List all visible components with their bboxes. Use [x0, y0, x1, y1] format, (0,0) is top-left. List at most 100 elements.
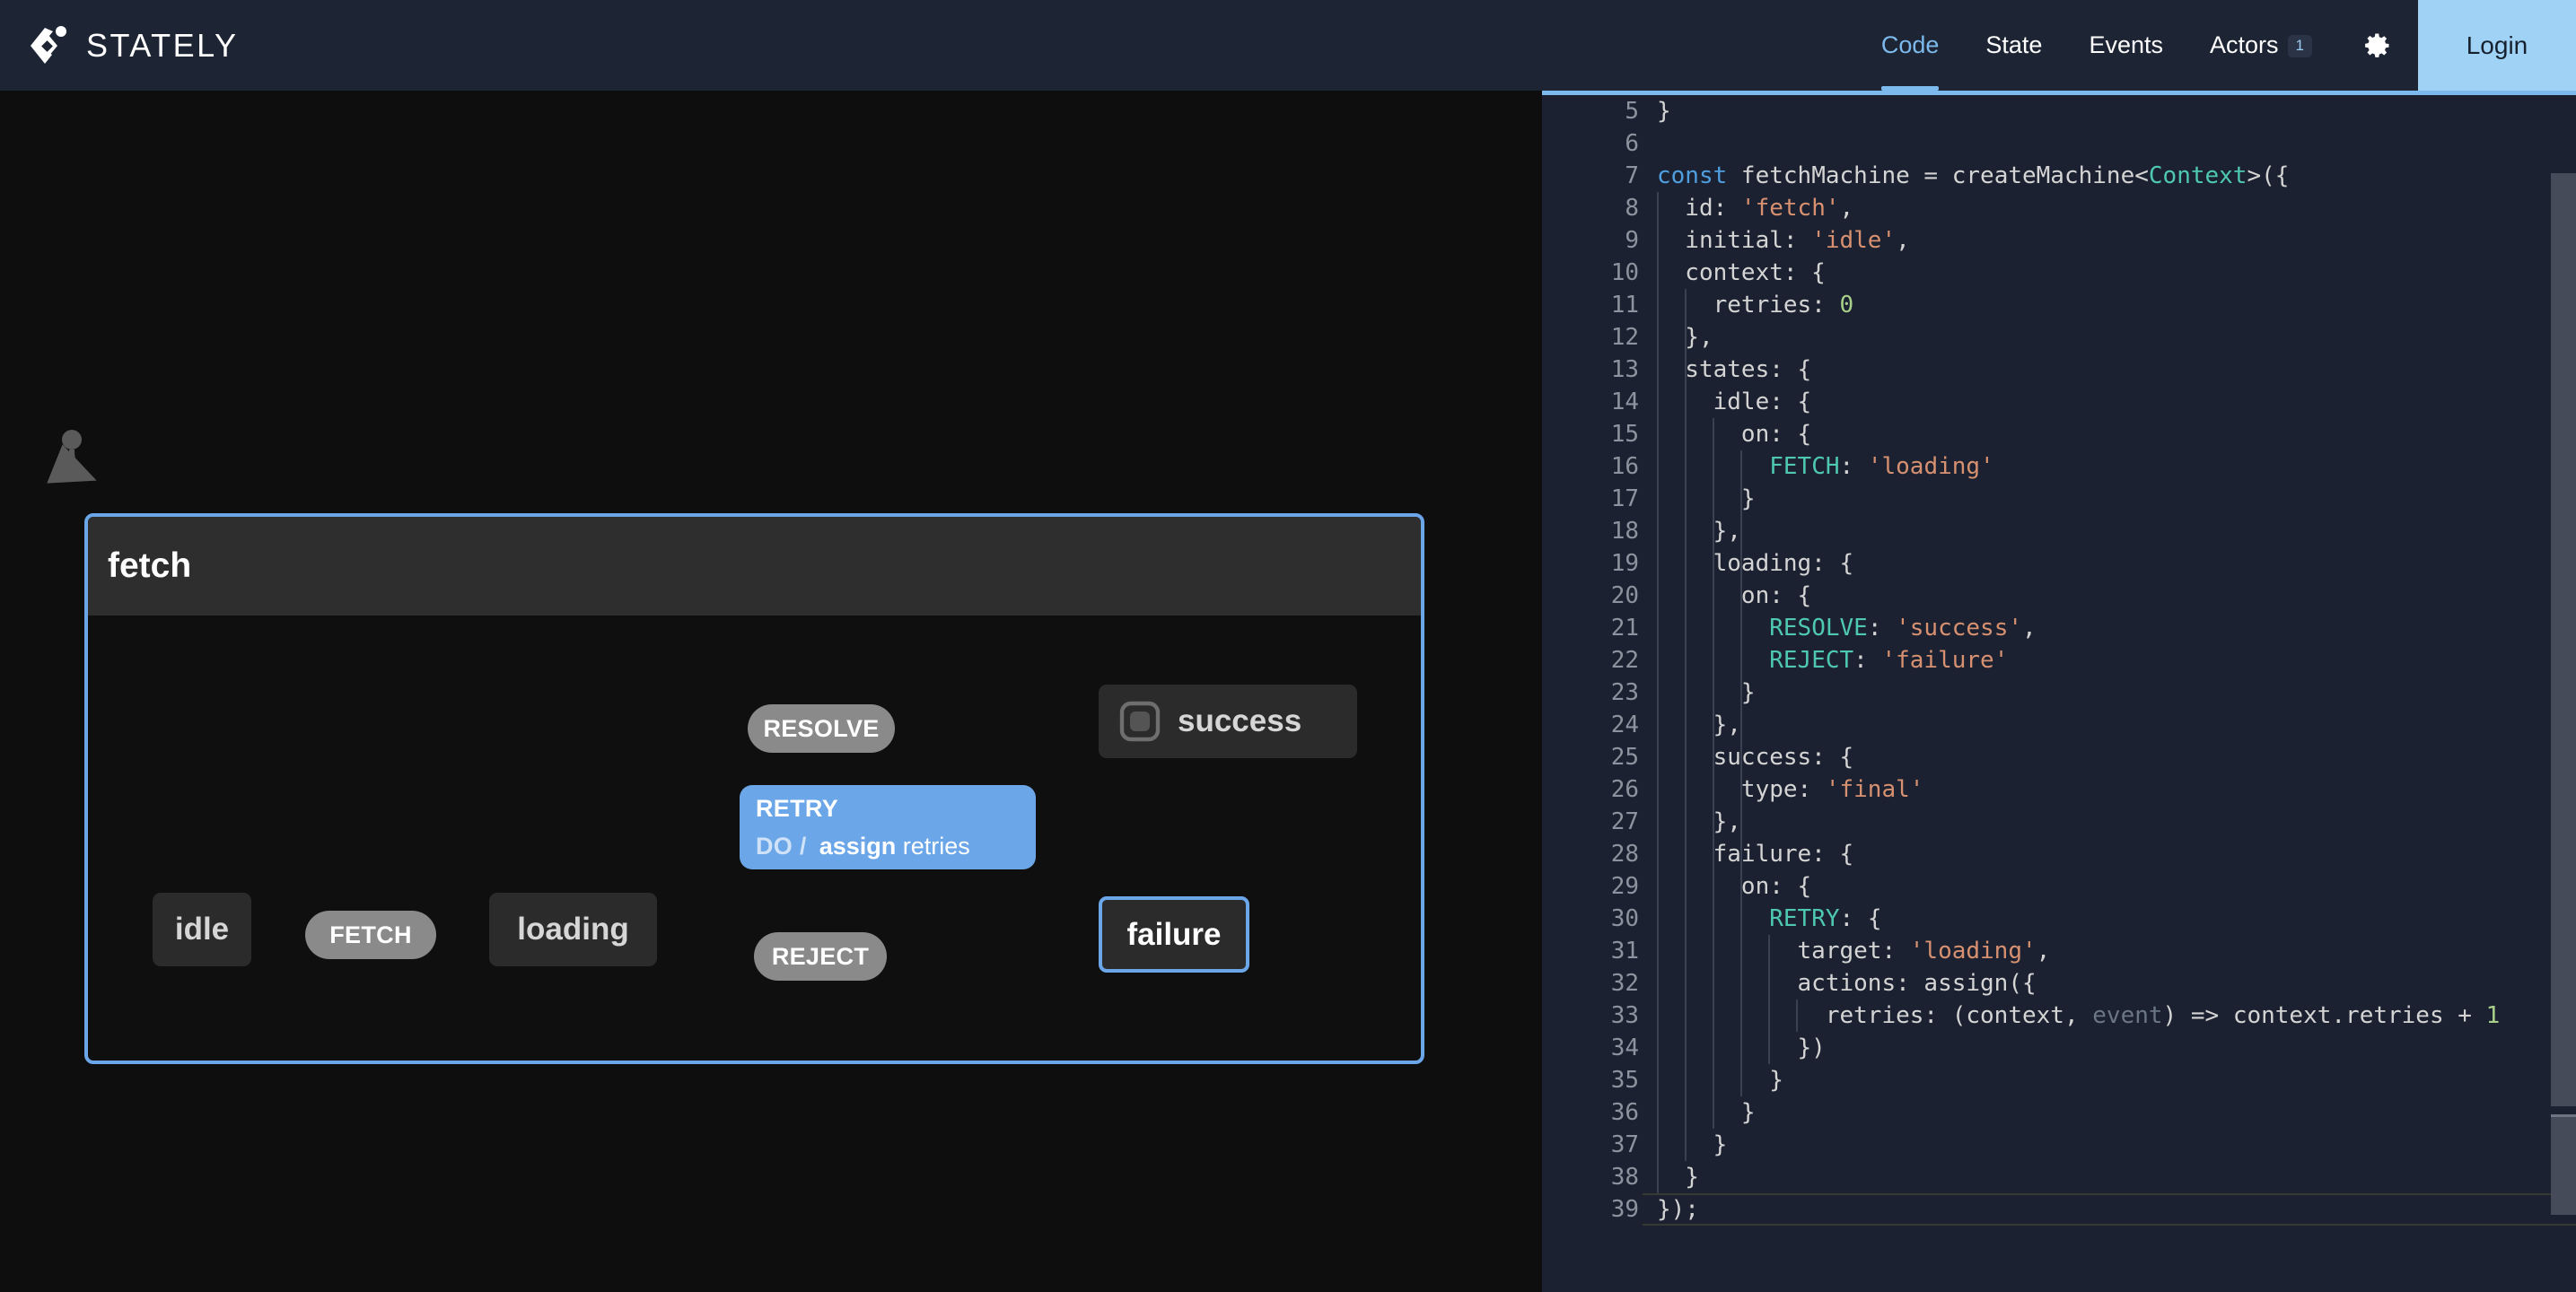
- code-line[interactable]: 21 RESOLVE: 'success',: [1542, 612, 2576, 644]
- initial-state-dot: [62, 430, 82, 450]
- code-line[interactable]: 22 REJECT: 'failure': [1542, 644, 2576, 677]
- code-line[interactable]: 23 }: [1542, 677, 2576, 709]
- code-token: fetchMachine = createMachine<: [1727, 162, 2149, 189]
- line-number: 23: [1610, 679, 1639, 706]
- editor-vertical-scrollbar-thumb-lower[interactable]: [2551, 1114, 2576, 1215]
- code-line[interactable]: 13 states: {: [1542, 354, 2576, 386]
- line-number: 7: [1625, 162, 1639, 189]
- code-token: },: [1657, 808, 1741, 835]
- code-line[interactable]: 17 }: [1542, 483, 2576, 515]
- state-node-idle-label: idle: [174, 912, 230, 947]
- code-line[interactable]: 15 on: {: [1542, 418, 2576, 450]
- tab-state[interactable]: State: [1962, 0, 2065, 91]
- code-token: REJECT: [1769, 647, 1854, 674]
- code-line[interactable]: 32 actions: assign({: [1542, 967, 2576, 1000]
- code-token: }): [1657, 1034, 1826, 1061]
- event-pill-fetch[interactable]: FETCH: [305, 911, 436, 959]
- code-text: states: {: [1639, 356, 1811, 383]
- code-token: }: [1657, 485, 1756, 512]
- retry-action-name: assign: [819, 833, 897, 860]
- code-token: failure: {: [1657, 841, 1854, 868]
- brand-name: STATELY: [86, 26, 239, 64]
- code-text: success: {: [1639, 744, 1854, 771]
- event-pill-reject-label: REJECT: [771, 942, 870, 970]
- line-number: 11: [1610, 292, 1639, 319]
- tab-code[interactable]: Code: [1858, 0, 1963, 91]
- code-line[interactable]: 19 loading: {: [1542, 547, 2576, 580]
- code-line[interactable]: 28 failure: {: [1542, 838, 2576, 870]
- code-editor-panel[interactable]: 5} 6 7 const fetchMachine = createMachine<C…: [1542, 91, 2576, 1292]
- tab-actors[interactable]: Actors 1: [2186, 0, 2335, 91]
- code-text: },: [1639, 711, 1741, 738]
- code-token: 'final': [1825, 776, 1924, 803]
- code-editor-content[interactable]: 5} 6 7 const fetchMachine = createMachine<C…: [1542, 95, 2576, 1292]
- state-node-success-label: success: [1178, 703, 1302, 738]
- event-box-retry[interactable]: RETRY DO / assign retries: [740, 785, 1036, 869]
- code-token: ,: [2022, 615, 2037, 642]
- code-token: success: {: [1657, 744, 1854, 771]
- code-text: RETRY: {: [1639, 905, 1881, 932]
- event-pill-resolve[interactable]: RESOLVE: [748, 704, 895, 753]
- code-line[interactable]: 30 RETRY: {: [1542, 903, 2576, 935]
- code-line[interactable]: 11 retries: 0: [1542, 289, 2576, 321]
- editor-vertical-scrollbar-track[interactable]: [2551, 95, 2576, 1292]
- code-line[interactable]: 8 id: 'fetch',: [1542, 192, 2576, 224]
- code-token: type:: [1657, 776, 1826, 803]
- statechart-canvas[interactable]: fetch idle loading success failure FETCH…: [0, 91, 1542, 1292]
- code-line[interactable]: 26 type: 'final': [1542, 773, 2576, 806]
- code-line[interactable]: 5}: [1542, 95, 2576, 127]
- code-line[interactable]: 34 }): [1542, 1032, 2576, 1064]
- code-line[interactable]: 6: [1542, 127, 2576, 160]
- state-node-success[interactable]: success: [1099, 685, 1357, 758]
- line-number: 34: [1610, 1034, 1639, 1061]
- code-token: RETRY: [1769, 905, 1840, 932]
- code-token: }: [1657, 1067, 1783, 1094]
- event-pill-reject[interactable]: REJECT: [754, 932, 887, 981]
- code-line[interactable]: 25 success: {: [1542, 741, 2576, 773]
- code-text: },: [1639, 808, 1741, 835]
- code-line[interactable]: 20 on: {: [1542, 580, 2576, 612]
- state-node-failure[interactable]: failure: [1099, 896, 1249, 973]
- code-line[interactable]: 16 FETCH: 'loading': [1542, 450, 2576, 483]
- settings-button[interactable]: [2335, 0, 2418, 91]
- code-token: : {: [1839, 905, 1882, 932]
- state-node-loading[interactable]: loading: [489, 893, 657, 966]
- code-line[interactable]: 35 }: [1542, 1064, 2576, 1096]
- line-number: 13: [1610, 356, 1639, 383]
- code-line[interactable]: 27 },: [1542, 806, 2576, 838]
- code-line[interactable]: 29 on: {: [1542, 870, 2576, 903]
- code-line[interactable]: 10 context: {: [1542, 257, 2576, 289]
- tab-state-label: State: [1985, 31, 2043, 58]
- code-token: 'loading': [1909, 938, 2037, 965]
- code-token: initial:: [1657, 227, 1812, 254]
- code-line[interactable]: 38 }: [1542, 1161, 2576, 1193]
- code-line[interactable]: 24 },: [1542, 709, 2576, 741]
- editor-horizontal-scrollbar[interactable]: [1542, 91, 2475, 95]
- line-number: 5: [1625, 98, 1639, 125]
- code-line[interactable]: 36 }: [1542, 1096, 2576, 1129]
- line-number: 22: [1610, 647, 1639, 674]
- state-node-loading-label: loading: [517, 912, 629, 947]
- line-number: 29: [1610, 873, 1639, 900]
- code-line[interactable]: 33 retries: (context, event) => context.…: [1542, 1000, 2576, 1032]
- login-button[interactable]: Login: [2418, 0, 2576, 91]
- code-text: retries: (context, event) => context.ret…: [1639, 1002, 2500, 1029]
- brand[interactable]: STATELY: [0, 0, 239, 91]
- editor-vertical-scrollbar-thumb[interactable]: [2551, 173, 2576, 1106]
- code-text: },: [1639, 518, 1741, 545]
- code-line[interactable]: 39});: [1542, 1193, 2576, 1226]
- code-line[interactable]: 9 initial: 'idle',: [1542, 224, 2576, 257]
- actors-count-badge: 1: [2287, 35, 2312, 57]
- code-line[interactable]: 14 idle: {: [1542, 386, 2576, 418]
- code-line[interactable]: 37 }: [1542, 1129, 2576, 1161]
- machine-header: fetch: [88, 517, 1421, 615]
- code-token: retries:: [1657, 292, 1840, 319]
- code-token: },: [1657, 324, 1713, 351]
- code-line[interactable]: 18 },: [1542, 515, 2576, 547]
- code-line[interactable]: 12 },: [1542, 321, 2576, 354]
- code-line[interactable]: 31 target: 'loading',: [1542, 935, 2576, 967]
- state-node-idle[interactable]: idle: [153, 893, 251, 966]
- tab-events[interactable]: Events: [2065, 0, 2186, 91]
- code-text: }: [1639, 485, 1756, 512]
- code-line[interactable]: 7 const fetchMachine = createMachine<Cont…: [1542, 160, 2576, 192]
